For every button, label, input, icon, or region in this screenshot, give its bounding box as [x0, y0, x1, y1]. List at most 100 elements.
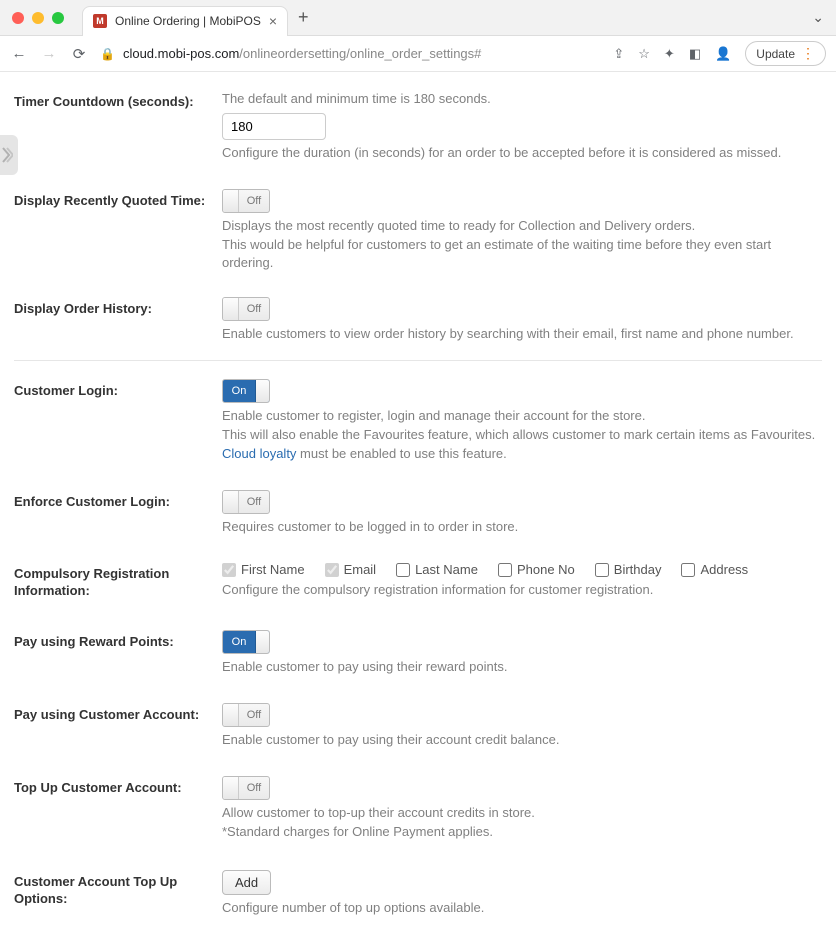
label-customer-account: Pay using Customer Account: — [14, 703, 222, 724]
row-order-history: Display Order History: Off Enable custom… — [14, 291, 822, 350]
cb-first-name-label: First Name — [241, 562, 305, 577]
label-reward-points: Pay using Reward Points: — [14, 630, 222, 651]
tab-title: Online Ordering | MobiPOS — [115, 14, 261, 28]
checkbox-phone-no[interactable] — [498, 563, 512, 577]
label-enforce-login: Enforce Customer Login: — [14, 490, 222, 511]
traffic-lights — [12, 12, 64, 24]
row-compulsory-reg: Compulsory Registration Information: Fir… — [14, 556, 822, 606]
label-customer-login: Customer Login: — [14, 379, 222, 400]
hint-order-history: Enable customers to view order history b… — [222, 325, 822, 344]
timer-countdown-input[interactable] — [222, 113, 326, 140]
profile-icon[interactable]: 👤 — [715, 46, 731, 62]
hint-customer-login-3: Cloud loyalty must be enabled to use thi… — [222, 445, 822, 464]
update-label: Update — [756, 47, 795, 61]
label-topup-options: Customer Account Top Up Options: — [14, 870, 222, 908]
share-icon[interactable]: ⇪ — [613, 46, 624, 62]
hint-topup-options: Configure number of top up options avail… — [222, 899, 822, 918]
cb-last-name[interactable]: Last Name — [396, 562, 478, 577]
url-field[interactable]: 🔒 cloud.mobi-pos.com/onlineordersetting/… — [100, 46, 601, 61]
cb-birthday-label: Birthday — [614, 562, 662, 577]
label-timer-countdown: Timer Countdown (seconds): — [14, 90, 222, 111]
label-recent-quote: Display Recently Quoted Time: — [14, 189, 222, 210]
label-compulsory-reg: Compulsory Registration Information: — [14, 562, 222, 600]
row-topup: Top Up Customer Account: Off Allow custo… — [14, 770, 822, 848]
compulsory-reg-options: First Name Email Last Name Phone No Birt… — [222, 562, 822, 577]
checkbox-address[interactable] — [681, 563, 695, 577]
hint-customer-login-1: Enable customer to register, login and m… — [222, 407, 822, 426]
address-bar: ← → ⟳ 🔒 cloud.mobi-pos.com/onlineorderse… — [0, 36, 836, 72]
toggle-reward-points-state: On — [223, 631, 255, 653]
toggle-customer-account[interactable]: Off — [222, 703, 270, 727]
cb-birthday[interactable]: Birthday — [595, 562, 662, 577]
cloud-loyalty-link[interactable]: Cloud loyalty — [222, 446, 296, 461]
cb-phone-no-label: Phone No — [517, 562, 575, 577]
lock-icon: 🔒 — [100, 47, 115, 61]
settings-form: Timer Countdown (seconds): The default a… — [0, 72, 836, 944]
label-topup: Top Up Customer Account: — [14, 776, 222, 797]
hint-timer-desc: Configure the duration (in seconds) for … — [222, 144, 822, 163]
hint-topup-1: Allow customer to top-up their account c… — [222, 804, 822, 823]
new-tab-button[interactable]: + — [298, 7, 309, 28]
hint-customer-login-2: This will also enable the Favourites fea… — [222, 426, 822, 445]
label-order-history: Display Order History: — [14, 297, 222, 318]
browser-tab[interactable]: M Online Ordering | MobiPOS × — [82, 6, 288, 36]
chevron-down-icon[interactable]: ⌄ — [812, 9, 824, 26]
cb-address[interactable]: Address — [681, 562, 748, 577]
hint-topup-2: *Standard charges for Online Payment app… — [222, 823, 822, 842]
toggle-enforce-login[interactable]: Off — [222, 490, 270, 514]
hint-customer-account: Enable customer to pay using their accou… — [222, 731, 822, 750]
row-reward-points: Pay using Reward Points: On Enable custo… — [14, 624, 822, 683]
window-minimize-icon[interactable] — [32, 12, 44, 24]
panel-icon[interactable]: ◧ — [689, 46, 701, 62]
cb-last-name-label: Last Name — [415, 562, 478, 577]
checkbox-birthday[interactable] — [595, 563, 609, 577]
window-close-icon[interactable] — [12, 12, 24, 24]
checkbox-last-name[interactable] — [396, 563, 410, 577]
hint-enforce-login: Requires customer to be logged in to ord… — [222, 518, 822, 537]
favicon-icon: M — [93, 14, 107, 28]
toggle-topup[interactable]: Off — [222, 776, 270, 800]
toggle-recent-quote-state: Off — [239, 190, 269, 212]
cb-first-name: First Name — [222, 562, 305, 577]
update-button[interactable]: Update ⋮ — [745, 41, 826, 66]
bookmark-icon[interactable]: ☆ — [638, 46, 650, 62]
cb-email: Email — [325, 562, 377, 577]
tab-close-icon[interactable]: × — [269, 13, 277, 29]
toggle-customer-login[interactable]: On — [222, 379, 270, 403]
toggle-customer-account-state: Off — [239, 704, 269, 726]
toggle-reward-points[interactable]: On — [222, 630, 270, 654]
hint-compulsory-reg: Configure the compulsory registration in… — [222, 581, 822, 600]
checkbox-first-name — [222, 563, 236, 577]
hint-recent-quote-1: Displays the most recently quoted time t… — [222, 217, 822, 236]
url-path: /onlineordersetting/online_order_setting… — [239, 46, 481, 61]
hint-recent-quote-2: This would be helpful for customers to g… — [222, 236, 822, 274]
cb-address-label: Address — [700, 562, 748, 577]
extensions-icon[interactable]: ✦ — [664, 46, 675, 62]
row-timer-countdown: Timer Countdown (seconds): The default a… — [14, 84, 822, 169]
row-enforce-login: Enforce Customer Login: Off Requires cus… — [14, 484, 822, 543]
row-recent-quote: Display Recently Quoted Time: Off Displa… — [14, 183, 822, 280]
hint-timer-default: The default and minimum time is 180 seco… — [222, 90, 822, 109]
hint-customer-login-tail: must be enabled to use this feature. — [296, 446, 506, 461]
side-drawer-handle[interactable] — [0, 135, 18, 175]
toggle-recent-quote[interactable]: Off — [222, 189, 270, 213]
add-topup-option-button[interactable]: Add — [222, 870, 271, 895]
window-zoom-icon[interactable] — [52, 12, 64, 24]
window-titlebar: M Online Ordering | MobiPOS × + ⌄ — [0, 0, 836, 36]
row-customer-login: Customer Login: On Enable customer to re… — [14, 360, 822, 470]
hint-reward-points: Enable customer to pay using their rewar… — [222, 658, 822, 677]
nav-reload-icon[interactable]: ⟳ — [70, 45, 88, 63]
nav-back-icon[interactable]: ← — [10, 45, 28, 62]
row-topup-options: Customer Account Top Up Options: Add Con… — [14, 864, 822, 924]
cb-email-label: Email — [344, 562, 377, 577]
toggle-order-history[interactable]: Off — [222, 297, 270, 321]
nav-forward-icon: → — [40, 45, 58, 62]
url-host: cloud.mobi-pos.com — [123, 46, 239, 61]
toggle-customer-login-state: On — [223, 380, 255, 402]
cb-phone-no[interactable]: Phone No — [498, 562, 575, 577]
row-customer-account: Pay using Customer Account: Off Enable c… — [14, 697, 822, 756]
menu-dots-icon: ⋮ — [801, 45, 813, 62]
checkbox-email — [325, 563, 339, 577]
toggle-order-history-state: Off — [239, 298, 269, 320]
toggle-topup-state: Off — [239, 777, 269, 799]
